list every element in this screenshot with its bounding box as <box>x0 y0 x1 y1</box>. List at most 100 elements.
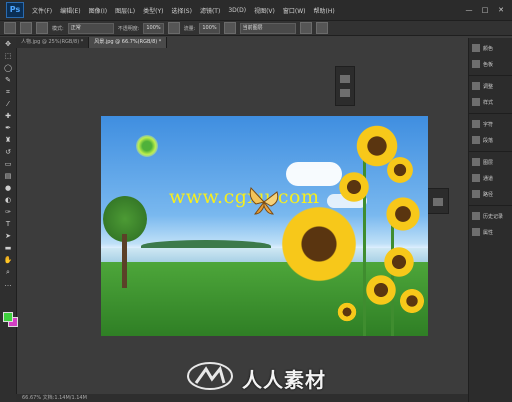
menu-window[interactable]: 窗口(W) <box>279 6 310 15</box>
color-panel-icon <box>472 44 480 52</box>
maximize-button[interactable]: □ <box>480 6 490 14</box>
pressure-size-icon[interactable] <box>315 22 328 34</box>
panel-channels[interactable]: 通道 <box>472 172 512 184</box>
opacity-field[interactable]: 100% <box>143 22 164 34</box>
tools-panel: ✥ ⬚ ◯ ✎ ⌗ ⁄ ✚ ✒ ♜ ↺ ▭ ▤ ● ◐ ✑ T ➤ ▬ ✋ ⌕ … <box>0 37 17 402</box>
panel-paragraph[interactable]: 段落 <box>472 134 512 146</box>
menu-image[interactable]: 图像(I) <box>85 6 111 15</box>
menu-select[interactable]: 选择(S) <box>167 6 196 15</box>
eyedropper-tool-icon[interactable]: ⁄ <box>3 100 13 109</box>
panel-color[interactable]: 颜色 <box>472 42 512 54</box>
panel-divider <box>469 72 512 76</box>
quick-select-tool-icon[interactable]: ✎ <box>3 76 13 85</box>
ignore-adjustment-icon[interactable] <box>299 22 312 34</box>
eraser-tool-icon[interactable]: ▭ <box>3 160 13 169</box>
paragraph-panel-icon <box>472 136 480 144</box>
panel-label: 属性 <box>483 229 494 236</box>
menu-3d[interactable]: 3D(D) <box>224 7 250 14</box>
panel-swatches[interactable]: 色板 <box>472 58 512 70</box>
tab-document-2[interactable]: 风景.jpg @ 66.7%(RGB/8) * <box>89 37 168 48</box>
menu-layer[interactable]: 图层(L) <box>111 6 139 15</box>
panel-divider <box>469 148 512 152</box>
panel-paths[interactable]: 路径 <box>472 188 512 200</box>
menu-help[interactable]: 帮助(H) <box>310 6 339 15</box>
mode-select[interactable]: 正常 <box>67 22 114 34</box>
sea <box>101 248 428 262</box>
sunflower-icon <box>337 302 357 322</box>
close-button[interactable]: ✕ <box>496 6 506 14</box>
move-tool-icon[interactable]: ✥ <box>3 40 13 49</box>
blur-tool-icon[interactable]: ● <box>3 184 13 193</box>
hand-tool-icon[interactable]: ✋ <box>3 256 13 265</box>
styles-panel-icon <box>472 98 480 106</box>
window-controls: — □ ✕ <box>464 6 506 14</box>
lasso-tool-icon[interactable]: ◯ <box>3 64 13 73</box>
brush-tool-icon[interactable]: ✒ <box>3 124 13 133</box>
panel-history[interactable]: 历史记录 <box>472 210 512 222</box>
sample-select[interactable]: 当前图层 <box>239 22 296 34</box>
document-canvas[interactable]: www.cgxu.com <box>101 116 428 336</box>
sunflower-icon <box>385 196 421 232</box>
pressure-opacity-icon[interactable] <box>167 22 180 34</box>
panel-properties[interactable]: 属性 <box>472 226 512 238</box>
panel-label: 路径 <box>483 191 494 198</box>
more-tools-icon[interactable]: … <box>3 280 13 289</box>
canvas-watermark-text: www.cgxu.com <box>169 186 320 208</box>
panel-divider <box>469 110 512 114</box>
tool-preset-icon[interactable] <box>4 22 16 34</box>
properties-panel-icon <box>472 228 480 236</box>
sun-icon <box>136 135 158 157</box>
tree-trunk <box>122 234 127 288</box>
path-select-tool-icon[interactable]: ➤ <box>3 232 13 241</box>
menu-edit[interactable]: 编辑(E) <box>56 6 84 15</box>
paths-panel-icon <box>472 190 480 198</box>
menu-file[interactable]: 文件(F) <box>28 6 56 15</box>
adjustments-panel-icon <box>472 82 480 90</box>
minimize-button[interactable]: — <box>464 6 474 14</box>
history-brush-tool-icon[interactable]: ↺ <box>3 148 13 157</box>
sunflower-icon <box>399 288 425 314</box>
marquee-tool-icon[interactable]: ⬚ <box>3 52 13 61</box>
butterfly-icon <box>249 187 279 215</box>
menu-type[interactable]: 类型(Y) <box>139 6 167 15</box>
airbrush-icon[interactable] <box>223 22 236 34</box>
zoom-tool-icon[interactable]: ⌕ <box>3 268 13 277</box>
cloud <box>286 162 342 186</box>
panel-label: 历史记录 <box>483 213 504 220</box>
healing-tool-icon[interactable]: ✚ <box>3 112 13 121</box>
adjust-panel-icon[interactable] <box>340 89 350 97</box>
brush-preset-icon[interactable] <box>20 22 32 34</box>
dodge-tool-icon[interactable]: ◐ <box>3 196 13 205</box>
menu-view[interactable]: 视图(V) <box>250 6 279 15</box>
opacity-label: 不透明度: <box>117 25 140 32</box>
gradient-tool-icon[interactable]: ▤ <box>3 172 13 181</box>
sunflower-icon <box>386 156 414 184</box>
watermark-text: 人人素材 <box>242 368 326 392</box>
panel-label: 样式 <box>483 99 494 106</box>
brush-panel-icon[interactable] <box>36 22 48 34</box>
panel-styles[interactable]: 样式 <box>472 96 512 108</box>
panel-layers[interactable]: 图层 <box>472 156 512 168</box>
flow-field[interactable]: 100% <box>199 22 220 34</box>
crop-tool-icon[interactable]: ⌗ <box>3 88 13 97</box>
pen-tool-icon[interactable]: ✑ <box>3 208 13 217</box>
clone-stamp-tool-icon[interactable]: ♜ <box>3 136 13 145</box>
tab-document-1[interactable]: 人物.jpg @ 25%(RGB/8) * <box>16 37 90 48</box>
shape-tool-icon[interactable]: ▬ <box>3 244 13 253</box>
panel-adjustments[interactable]: 调整 <box>472 80 512 92</box>
panel-label: 调整 <box>483 83 494 90</box>
panel-label: 段落 <box>483 137 494 144</box>
channels-panel-icon <box>472 174 480 182</box>
brush-panel-icon[interactable] <box>340 75 350 83</box>
panel-divider <box>469 202 512 206</box>
layers-panel-icon <box>472 158 480 166</box>
sunflower-icon <box>338 171 370 203</box>
watermark-logo-icon <box>187 362 233 390</box>
panel-character[interactable]: 字符 <box>472 118 512 130</box>
foreground-color-swatch[interactable] <box>3 312 13 322</box>
status-bar: 66.67% 文档:1.14M/1.14M <box>16 394 468 402</box>
panel-icon[interactable] <box>433 198 443 206</box>
type-tool-icon[interactable]: T <box>3 220 13 229</box>
panel-label: 通道 <box>483 175 494 182</box>
menu-filter[interactable]: 滤镜(T) <box>196 6 224 15</box>
